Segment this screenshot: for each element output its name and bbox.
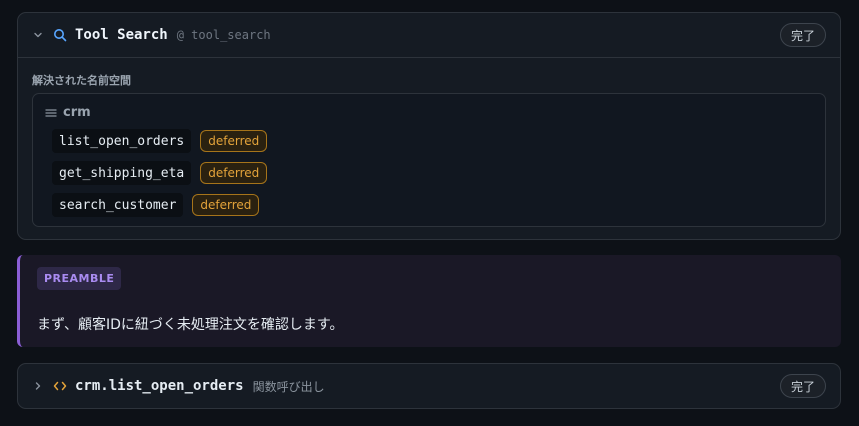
function-call-title: crm.list_open_orders bbox=[75, 378, 244, 394]
function-call-header[interactable]: crm.list_open_orders 関数呼び出し 完了 bbox=[18, 364, 840, 408]
function-row: search_customer deferred bbox=[52, 193, 260, 217]
function-name: list_open_orders bbox=[52, 129, 192, 153]
tool-search-header[interactable]: Tool Search @ tool_search 完了 bbox=[18, 13, 840, 58]
namespace-header: crm bbox=[45, 103, 91, 122]
search-icon bbox=[52, 27, 68, 43]
function-call-card: crm.list_open_orders 関数呼び出し 完了 bbox=[17, 363, 841, 409]
function-row: get_shipping_eta deferred bbox=[52, 161, 268, 185]
deferred-badge: deferred bbox=[200, 162, 268, 184]
code-brackets-icon bbox=[52, 378, 68, 394]
tool-search-subtitle: @ tool_search bbox=[176, 28, 271, 42]
tool-search-title: Tool Search bbox=[75, 27, 168, 43]
deferred-badge: deferred bbox=[200, 130, 268, 152]
tool-search-card: Tool Search @ tool_search 完了 解決された名前空間 c… bbox=[17, 12, 841, 240]
preamble-block: PREAMBLE まず、顧客IDに紐づく未処理注文を確認します。 bbox=[17, 255, 841, 347]
deferred-badge: deferred bbox=[192, 194, 260, 216]
namespace-name: crm bbox=[63, 105, 91, 120]
section-label: 解決された名前空間 bbox=[32, 74, 131, 87]
status-badge: 完了 bbox=[779, 374, 826, 398]
chevron-right-icon[interactable] bbox=[31, 379, 45, 393]
preamble-tag: PREAMBLE bbox=[37, 267, 122, 290]
preamble-text: まず、顧客IDに紐づく未処理注文を確認します。 bbox=[37, 317, 344, 333]
chevron-down-icon[interactable] bbox=[31, 28, 45, 42]
function-call-subtitle: 関数呼び出し bbox=[252, 379, 325, 394]
status-badge: 完了 bbox=[779, 23, 826, 47]
menu-lines-icon bbox=[45, 103, 57, 122]
function-row: list_open_orders deferred bbox=[52, 129, 268, 153]
function-name: get_shipping_eta bbox=[52, 161, 192, 185]
function-name: search_customer bbox=[52, 193, 184, 217]
namespace-box: crm list_open_orders deferred get_shippi… bbox=[32, 93, 826, 227]
